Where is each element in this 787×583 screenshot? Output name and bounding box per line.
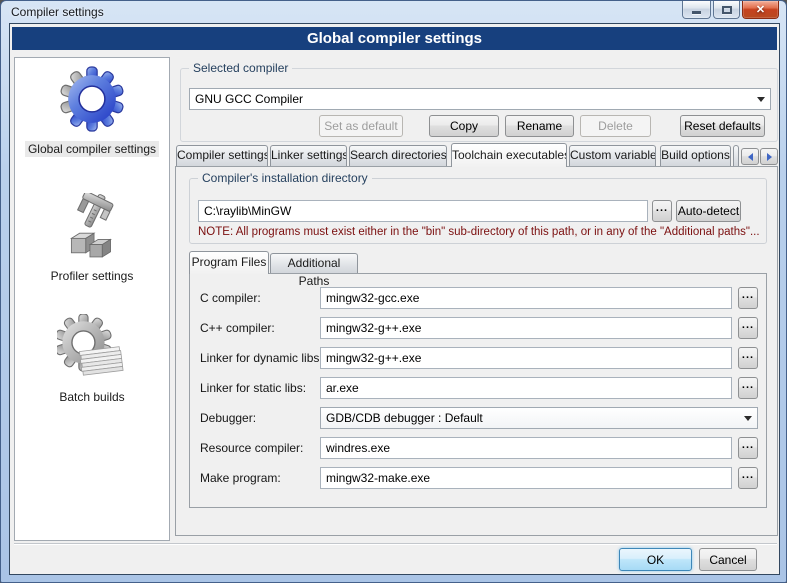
gear-stack-icon (57, 314, 127, 380)
ok-button[interactable]: OK (619, 548, 692, 571)
sidebar-item-label: Global compiler settings (25, 141, 159, 157)
page-title: Global compiler settings (12, 27, 777, 50)
resource-compiler-browse-button[interactable]: ... (738, 437, 758, 459)
reset-defaults-button[interactable]: Reset defaults (680, 115, 765, 137)
maximize-icon (722, 6, 732, 14)
resource-compiler-input[interactable] (320, 437, 732, 459)
cpp-compiler-label: C++ compiler: (200, 321, 275, 335)
debugger-label: Debugger: (200, 411, 256, 425)
chevron-down-icon (757, 97, 765, 102)
copy-button[interactable]: Copy (429, 115, 499, 137)
selected-compiler-group-label: Selected compiler (189, 61, 292, 75)
tab-scroll-right-button[interactable] (760, 148, 778, 165)
footer-separator (14, 543, 777, 545)
set-as-default-button: Set as default (319, 115, 403, 137)
maximize-button[interactable] (713, 1, 740, 19)
c-compiler-label: C compiler: (200, 291, 261, 305)
toolchain-executables-panel: Compiler's installation directory ... Au… (175, 166, 778, 536)
installation-directory-browse-button[interactable]: ... (652, 200, 672, 222)
installation-directory-group-label: Compiler's installation directory (198, 171, 372, 185)
installation-directory-group: Compiler's installation directory ... Au… (189, 178, 767, 244)
make-program-browse-button[interactable]: ... (738, 467, 758, 489)
sidebar-item-label: Batch builds (56, 389, 127, 405)
caliper-icon (59, 193, 125, 259)
debugger-select-value: GDB/CDB debugger : Default (326, 411, 483, 425)
minimize-icon (692, 11, 701, 14)
make-program-input[interactable] (320, 467, 732, 489)
cancel-button[interactable]: Cancel (699, 548, 757, 571)
titlebar[interactable]: Compiler settings ✕ (1, 1, 786, 23)
tab-scroll-left-button[interactable] (741, 148, 759, 165)
installation-directory-input[interactable] (198, 200, 648, 222)
program-files-page: C compiler: ... C++ compiler: ... Linker… (189, 273, 767, 508)
minimize-button[interactable] (682, 1, 711, 19)
static-linker-input[interactable] (320, 377, 732, 399)
tab-search-directories[interactable]: Search directories (349, 145, 447, 166)
arrow-left-icon (748, 153, 753, 161)
auto-detect-button[interactable]: Auto-detect (676, 200, 741, 222)
make-program-label: Make program: (200, 471, 281, 485)
sidebar-item-label: Profiler settings (48, 268, 137, 284)
delete-button: Delete (580, 115, 651, 137)
dynamic-linker-label: Linker for dynamic libs: (200, 351, 323, 365)
cpp-compiler-input[interactable] (320, 317, 732, 339)
sidebar-item-batch-builds[interactable]: Batch builds (15, 314, 169, 405)
settings-category-list: Global compiler settings (14, 57, 170, 541)
tab-program-files[interactable]: Program Files (189, 251, 269, 274)
compiler-select-value: GNU GCC Compiler (195, 92, 303, 106)
static-linker-browse-button[interactable]: ... (738, 377, 758, 399)
window-controls: ✕ (682, 1, 779, 19)
cpp-compiler-browse-button[interactable]: ... (738, 317, 758, 339)
debugger-select[interactable]: GDB/CDB debugger : Default (320, 407, 758, 429)
tab-custom-variables[interactable]: Custom variables (569, 145, 656, 166)
close-button[interactable]: ✕ (742, 1, 779, 19)
static-linker-label: Linker for static libs: (200, 381, 306, 395)
tab-overflow-partial[interactable] (733, 145, 739, 166)
dynamic-linker-browse-button[interactable]: ... (738, 347, 758, 369)
dialog-client-area: Global compiler settings (9, 23, 780, 575)
c-compiler-browse-button[interactable]: ... (738, 287, 758, 309)
tab-toolchain-executables[interactable]: Toolchain executables (451, 143, 567, 167)
tab-additional-paths[interactable]: Additional Paths (270, 253, 358, 273)
installation-note: NOTE: All programs must exist either in … (198, 226, 760, 238)
tab-build-options[interactable]: Build options (660, 145, 731, 166)
close-icon: ✕ (756, 2, 765, 18)
sidebar-item-global-compiler-settings[interactable]: Global compiler settings (15, 66, 169, 157)
tab-linker-settings[interactable]: Linker settings (270, 145, 347, 166)
arrow-right-icon (767, 153, 772, 161)
compiler-select[interactable]: GNU GCC Compiler (189, 88, 771, 110)
tab-compiler-settings[interactable]: Compiler settings (176, 145, 268, 166)
chevron-down-icon (744, 416, 752, 421)
sidebar-item-profiler-settings[interactable]: Profiler settings (15, 193, 169, 284)
compiler-settings-window: Compiler settings ✕ Global compiler sett… (0, 0, 787, 583)
resource-compiler-label: Resource compiler: (200, 441, 303, 455)
dynamic-linker-input[interactable] (320, 347, 732, 369)
rename-button[interactable]: Rename (505, 115, 574, 137)
window-title: Compiler settings (11, 5, 104, 19)
blue-gear-icon (59, 66, 125, 132)
selected-compiler-group: Selected compiler GNU GCC Compiler Set a… (180, 68, 778, 142)
c-compiler-input[interactable] (320, 287, 732, 309)
